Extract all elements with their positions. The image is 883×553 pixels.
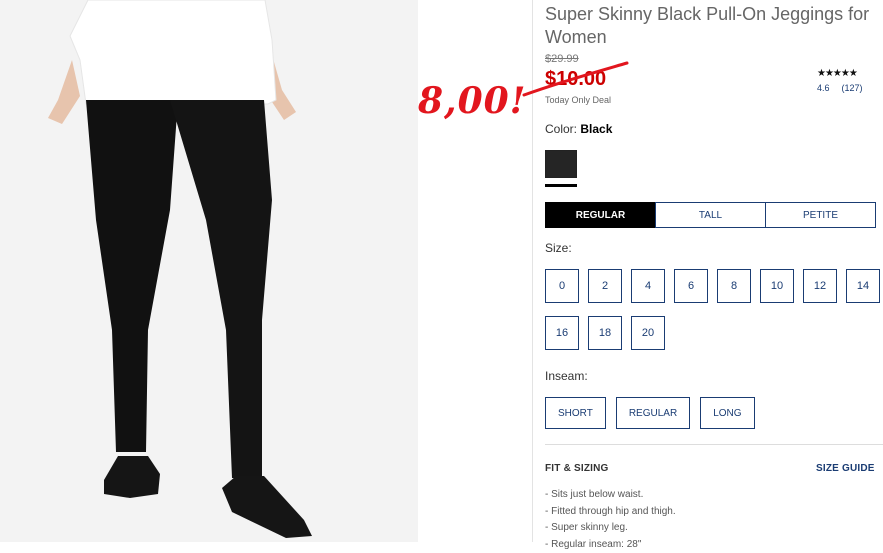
size-button-14[interactable]: 14 bbox=[846, 269, 880, 303]
size-button-18[interactable]: 18 bbox=[588, 316, 622, 350]
list-item: Regular inseam: 28" bbox=[545, 537, 676, 553]
rating-stars-icon[interactable]: ★★★★★ bbox=[817, 68, 857, 79]
product-title: Super Skinny Black Pull-On Jeggings for … bbox=[545, 3, 875, 49]
list-item: Super skinny leg. bbox=[545, 520, 676, 537]
size-button-10[interactable]: 10 bbox=[760, 269, 794, 303]
handwritten-price-annotation: 8,00! bbox=[418, 80, 526, 122]
size-button-12[interactable]: 12 bbox=[803, 269, 837, 303]
rating-summary[interactable]: 4.6 (127) bbox=[817, 83, 875, 93]
list-item: Sits just below waist. bbox=[545, 487, 676, 504]
fit-details-list: Sits just below waist. Fitted through hi… bbox=[545, 487, 676, 553]
size-button-6[interactable]: 6 bbox=[674, 269, 708, 303]
list-item: Fitted through hip and thigh. bbox=[545, 504, 676, 521]
selected-swatch-indicator bbox=[545, 184, 577, 187]
size-button-20[interactable]: 20 bbox=[631, 316, 665, 350]
inseam-short-button[interactable]: SHORT bbox=[545, 397, 606, 429]
tab-petite[interactable]: PETITE bbox=[765, 202, 876, 228]
sale-price: $10.00 bbox=[545, 68, 606, 91]
fit-tabs: REGULAR TALL PETITE bbox=[545, 202, 875, 228]
deal-label: Today Only Deal bbox=[545, 95, 611, 105]
tab-tall[interactable]: TALL bbox=[655, 202, 766, 228]
color-value: Black bbox=[580, 122, 612, 136]
review-count: (127) bbox=[842, 83, 863, 93]
column-divider bbox=[532, 0, 533, 542]
inseam-regular-button[interactable]: REGULAR bbox=[616, 397, 690, 429]
size-options: 0 2 4 6 8 10 12 14 16 18 20 bbox=[545, 269, 883, 363]
size-label: Size: bbox=[545, 241, 572, 255]
inseam-options: SHORT REGULAR LONG bbox=[545, 397, 765, 429]
size-button-0[interactable]: 0 bbox=[545, 269, 579, 303]
inseam-long-button[interactable]: LONG bbox=[700, 397, 754, 429]
product-image[interactable] bbox=[0, 0, 418, 542]
size-guide-link[interactable]: SIZE GUIDE bbox=[816, 463, 875, 474]
size-button-4[interactable]: 4 bbox=[631, 269, 665, 303]
tab-regular[interactable]: REGULAR bbox=[545, 202, 656, 228]
size-button-16[interactable]: 16 bbox=[545, 316, 579, 350]
color-label-text: Color: bbox=[545, 122, 577, 136]
size-button-8[interactable]: 8 bbox=[717, 269, 751, 303]
section-divider bbox=[545, 444, 883, 445]
rating-value: 4.6 bbox=[817, 83, 830, 93]
inseam-label: Inseam: bbox=[545, 369, 588, 383]
size-button-2[interactable]: 2 bbox=[588, 269, 622, 303]
fit-sizing-heading[interactable]: FIT & SIZING bbox=[545, 463, 609, 474]
color-swatch-black[interactable] bbox=[545, 150, 577, 178]
original-price: $29.99 bbox=[545, 53, 579, 65]
color-label: Color: Black bbox=[545, 122, 612, 136]
